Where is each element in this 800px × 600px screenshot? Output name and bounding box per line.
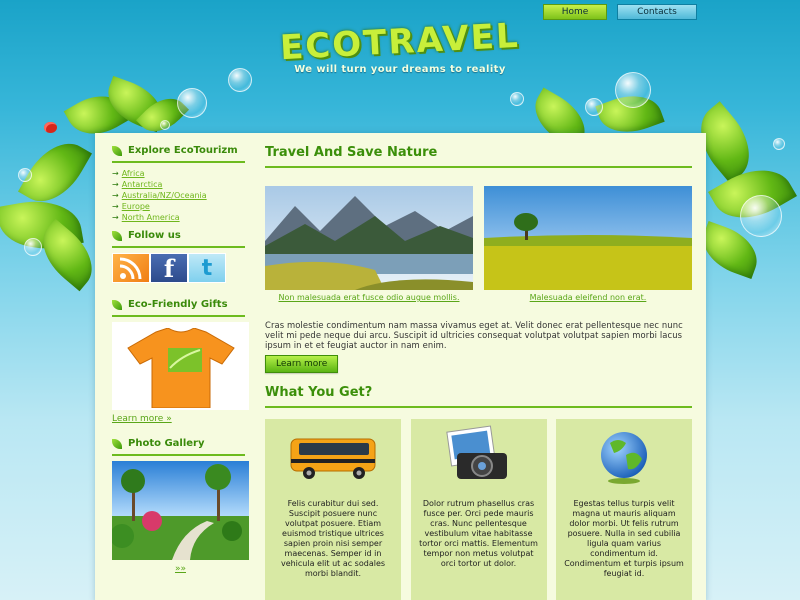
- gifts-learn-more-link[interactable]: Learn more »: [112, 414, 245, 424]
- featured-photos: Non malesuada erat fusce odio augue moll…: [265, 186, 692, 302]
- leaf-icon: [112, 145, 122, 156]
- list-item: → Europe: [112, 201, 245, 212]
- arrow-icon: →: [112, 180, 119, 189]
- explore-heading: Explore EcoTourizm: [112, 145, 245, 163]
- camera-icon: [411, 419, 547, 489]
- social-icons: f t: [112, 253, 245, 283]
- feature-card: Dolor rutrum phasellus cras fusce per. O…: [410, 419, 547, 600]
- nav-contacts[interactable]: Contacts: [617, 4, 697, 20]
- page-title: Travel And Save Nature: [265, 145, 692, 168]
- site-logo[interactable]: ECOTRAVEL: [279, 16, 520, 68]
- follow-heading: Follow us: [112, 230, 245, 248]
- photo-card: Malesuada eleifend non erat.: [484, 186, 692, 302]
- main-panel: Explore EcoTourizm → Africa → Antarctica →…: [95, 133, 706, 600]
- leaf-icon: [112, 299, 122, 310]
- gifts-heading: Eco-Friendly Gifts: [112, 299, 245, 317]
- feature-card: Egestas tellus turpis velit magna ut mau…: [556, 419, 692, 600]
- learn-more-button[interactable]: Learn more: [265, 355, 339, 373]
- photo-caption[interactable]: Non malesuada erat fusce odio augue moll…: [265, 293, 473, 302]
- globe-icon: [556, 419, 692, 489]
- feature-card: Felis curabitur dui sed. Suscipit posuer…: [265, 419, 401, 600]
- list-item: → Africa: [112, 168, 245, 179]
- leaf-icon: [112, 438, 122, 449]
- section-title: What You Get?: [265, 385, 692, 408]
- arrow-icon: →: [112, 202, 119, 211]
- bus-icon: [265, 419, 401, 489]
- feature-text: Felis curabitur dui sed. Suscipit posuer…: [280, 499, 386, 578]
- feature-text: Egestas tellus turpis velit magna ut mau…: [564, 499, 684, 578]
- gallery-more-link[interactable]: »»: [112, 564, 249, 574]
- destination-link-antarctica[interactable]: Antarctica: [122, 180, 163, 189]
- arrow-icon: →: [112, 213, 119, 222]
- list-item: → Australia/NZ/Oceania: [112, 190, 245, 201]
- gallery-heading: Photo Gallery: [112, 438, 245, 456]
- rss-icon[interactable]: [112, 253, 150, 283]
- features-row: Felis curabitur dui sed. Suscipit posuer…: [265, 419, 692, 600]
- follow-title: Follow us: [128, 230, 181, 241]
- gifts-title: Eco-Friendly Gifts: [128, 299, 228, 310]
- facebook-icon[interactable]: f: [150, 253, 188, 283]
- gallery-photo[interactable]: [112, 461, 249, 560]
- destination-list: → Africa → Antarctica → Australia/NZ/Oceani…: [112, 168, 245, 223]
- photo-caption[interactable]: Malesuada eleifend non erat.: [484, 293, 692, 302]
- destination-link-europe[interactable]: Europe: [122, 202, 150, 211]
- twitter-icon[interactable]: t: [188, 253, 226, 283]
- top-navigation: Home Contacts: [543, 4, 697, 20]
- sidebar: Explore EcoTourizm → Africa → Antarctica →…: [112, 145, 249, 574]
- destination-link-north-america[interactable]: North America: [122, 213, 180, 222]
- photo-card: Non malesuada erat fusce odio augue moll…: [265, 186, 473, 302]
- arrow-icon: →: [112, 169, 119, 178]
- brand-header: ECOTRAVEL We will turn your dreams to re…: [270, 16, 530, 75]
- list-item: → North America: [112, 212, 245, 223]
- destination-link-africa[interactable]: Africa: [122, 169, 145, 178]
- feature-text: Dolor rutrum phasellus cras fusce per. O…: [419, 499, 538, 568]
- main-content: Travel And Save Nature Non malesuada era…: [265, 145, 692, 600]
- destination-link-oceania[interactable]: Australia/NZ/Oceania: [122, 191, 207, 200]
- arrow-icon: →: [112, 191, 119, 200]
- explore-title: Explore EcoTourizm: [128, 145, 238, 156]
- gallery-title: Photo Gallery: [128, 438, 205, 449]
- leaf-icon: [112, 230, 122, 241]
- gift-tshirt-image[interactable]: [112, 322, 249, 410]
- mountain-lake-photo[interactable]: [265, 186, 473, 290]
- intro-paragraph: Cras molestie condimentum nam massa viva…: [265, 320, 683, 350]
- tshirt-icon: [127, 328, 235, 408]
- nav-home[interactable]: Home: [543, 4, 607, 20]
- list-item: → Antarctica: [112, 179, 245, 190]
- meadow-tree-photo[interactable]: [484, 186, 692, 290]
